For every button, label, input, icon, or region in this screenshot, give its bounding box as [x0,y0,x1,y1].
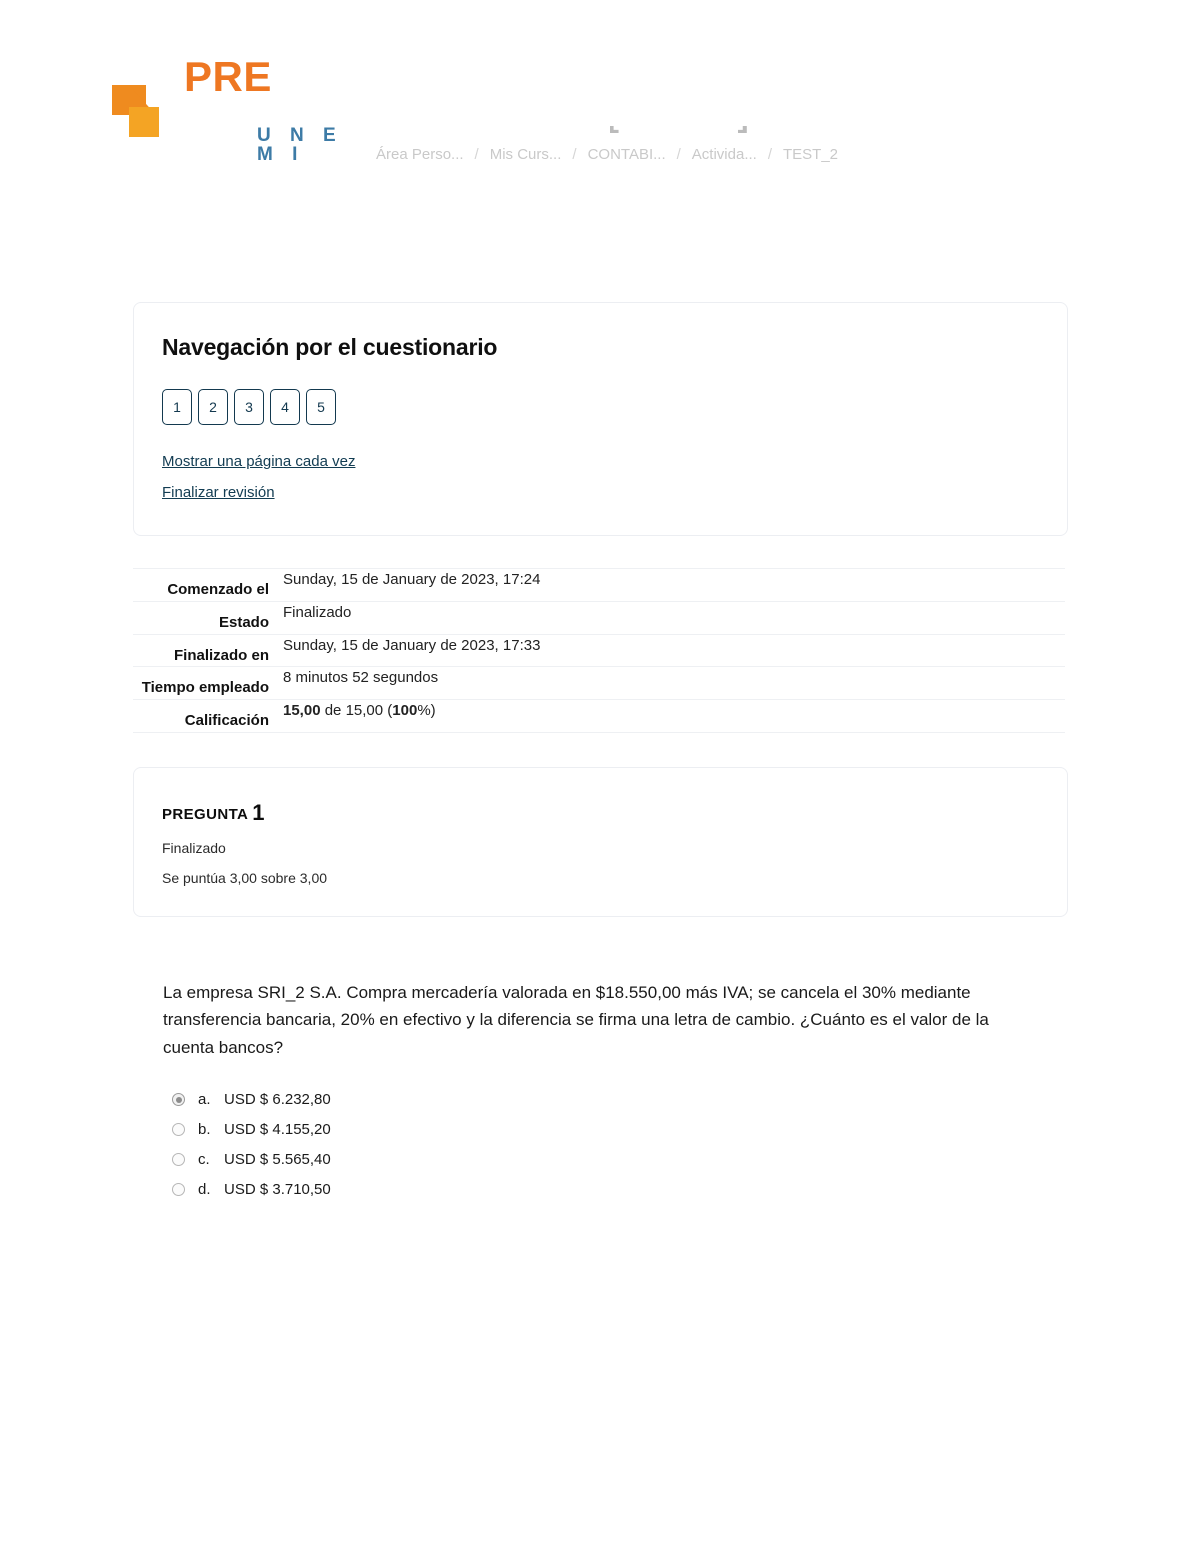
summary-label-completed: Finalizado en [173,646,269,664]
summary-label-started: Comenzado el [167,581,269,598]
unemi-squares-logo-icon [112,85,174,137]
quiz-navigation-title: Navegación por el cuestionario [162,334,498,360]
finish-review-link[interactable]: Finalizar revisión [162,484,275,501]
radio-button-b-icon[interactable] [172,1123,185,1137]
breadcrumb-separator: / [572,146,577,163]
grade-percent-sign: % [417,702,431,719]
radio-button-a-icon[interactable] [172,1093,185,1107]
brand-unemi-text: U N E M I [257,125,343,165]
answer-option-d[interactable]: d. USD $ 3.710,50 [172,1181,1068,1198]
answer-key-a: a. [198,1091,211,1109]
table-row: Tiempo empleado 8 minutos 52 segundos [133,666,1065,700]
breadcrumb-item-test2[interactable]: TEST_2 [783,146,838,163]
answer-key-d: d. [198,1181,211,1199]
summary-label-grade: Calificación [184,712,269,729]
question-text: La empresa SRI_2 S.A. Compra mercadería … [163,982,989,1057]
attempt-summary-table: Comenzado el Sunday, 15 de January de 20… [133,568,1065,733]
answer-text-c: USD $ 5.565,40 [224,1151,331,1169]
answer-text-a: USD $ 6.232,80 [224,1091,331,1109]
answer-text-d: USD $ 3.710,50 [224,1181,331,1199]
radio-button-c-icon[interactable] [172,1153,185,1167]
summary-value-completed: Sunday, 15 de January de 2023, 17:33 [283,636,541,654]
question-nav-button-2[interactable]: 2 [198,389,228,425]
summary-label-state: Estado [218,613,269,631]
breadcrumb-item-mis-cursos[interactable]: Mis Curs... [490,146,562,163]
grade-percent-close: ) [430,702,436,719]
question-body: La empresa SRI_2 S.A. Compra mercadería … [133,979,1068,1199]
breadcrumb-item-actividades[interactable]: Activida... [692,146,757,163]
question-nav-button-5[interactable]: 5 [306,389,336,425]
question-number: 1 [252,799,265,825]
main-content: Navegación por el cuestionario 1 2 3 4 5… [133,302,1068,1198]
breadcrumb-glyph-artifact-icon [737,126,747,133]
table-row: Calificación 15,00 de 15,00 (100%) [133,699,1065,733]
question-nav-button-3[interactable]: 3 [234,389,264,425]
breadcrumb-item-contabilidad-wrap: CONTABI... [588,126,666,163]
summary-label-time-taken: Tiempo empleado [141,679,269,697]
show-one-page-at-a-time-link[interactable]: Mostrar una página cada vez [162,453,355,470]
table-row: Comenzado el Sunday, 15 de January de 20… [133,568,1065,602]
question-label: PREGUNTA 1 [162,800,1039,826]
question-label-text: PREGUNTA [162,805,249,823]
grade-of: de 15,00 [324,702,384,719]
summary-value-time-taken: 8 minutos 52 segundos [283,669,439,687]
grade-percent: 100 [392,702,418,719]
quiz-navigation-card: Navegación por el cuestionario 1 2 3 4 5… [133,302,1068,536]
summary-value-grade: 15,00 de 15,00 (100%) [269,700,1065,733]
answer-key-b: b. [198,1121,211,1139]
radio-button-d-icon[interactable] [172,1183,185,1197]
breadcrumb-separator: / [474,146,479,163]
table-row: Estado Finalizado [133,601,1065,634]
brand-pre-text: PRE [184,53,272,100]
breadcrumb-separator: / [676,146,681,163]
breadcrumb-separator: / [767,146,772,163]
question-marks: Se puntúa 3,00 sobre 3,00 [162,869,328,886]
brand-logo[interactable]: PRE U N E M I [112,48,372,164]
answer-option-b[interactable]: b. USD $ 4.155,20 [172,1121,1068,1138]
question-header-card: PREGUNTA 1 Finalizado Se puntúa 3,00 sobr… [133,766,1068,917]
summary-value-state: Finalizado [283,603,352,621]
answer-option-a[interactable]: a. USD $ 6.232,80 [172,1091,1068,1108]
grade-earned: 15,00 [283,702,321,719]
answer-options-list: a. USD $ 6.232,80 b. USD $ 4.155,20 c. U… [163,1091,1068,1198]
page-header: PRE U N E M I Área Perso... / Mis Curs..… [0,0,1200,190]
answer-key-c: c. [198,1151,210,1169]
breadcrumb-item-contabilidad[interactable]: CONTABI... [588,146,666,163]
answer-option-c[interactable]: c. USD $ 5.565,40 [172,1151,1068,1168]
question-nav-button-4[interactable]: 4 [270,389,300,425]
question-state: Finalizado [162,839,226,856]
logo-square-bottom [129,107,159,137]
question-number-list: 1 2 3 4 5 [162,389,1039,425]
answer-text-b: USD $ 4.155,20 [224,1121,331,1139]
summary-value-started: Sunday, 15 de January de 2023, 17:24 [283,571,541,588]
breadcrumb-glyph-artifact-icon [609,126,619,133]
breadcrumb: Área Perso... / Mis Curs... / CONTABI...… [376,126,838,163]
question-nav-button-1[interactable]: 1 [162,389,192,425]
breadcrumb-item-actividades-wrap: Activida... [692,126,757,163]
table-row: Finalizado en Sunday, 15 de January de 2… [133,634,1065,667]
breadcrumb-item-area-personal[interactable]: Área Perso... [376,146,464,163]
